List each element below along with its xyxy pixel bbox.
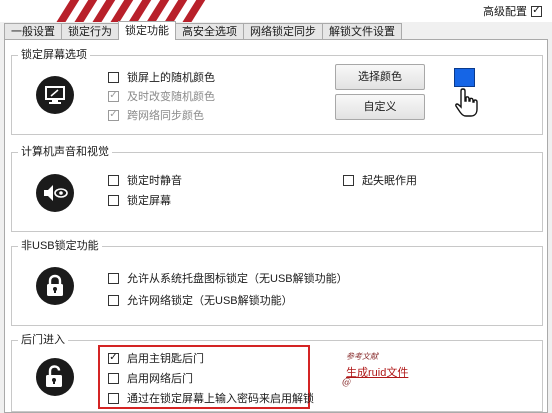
- option-lock-screen[interactable]: 锁定屏幕: [108, 192, 171, 208]
- hand-cursor-icon: [455, 88, 478, 117]
- random-color-label: 锁屏上的随机颜色: [127, 72, 215, 84]
- insomnia-label: 起失眠作用: [362, 175, 417, 187]
- option-insomnia[interactable]: 起失眠作用: [343, 172, 417, 188]
- non-usb-title: 非USB锁定功能: [18, 239, 102, 253]
- option-password-unlock[interactable]: 通过在锁定屏幕上输入密码来启用解锁: [108, 390, 314, 406]
- lock-screen-label: 锁定屏幕: [127, 195, 171, 207]
- mute-label: 锁定时静音: [127, 175, 182, 187]
- timely-change-label: 及时改变随机颜色: [127, 91, 215, 103]
- mute-checkbox[interactable]: [108, 174, 119, 186]
- choose-color-button[interactable]: 选择颜色: [335, 64, 425, 90]
- option-sync-color[interactable]: ✓ 跨网络同步颜色: [108, 107, 204, 123]
- option-network-lock[interactable]: 允许网络锁定（无USB解锁功能）: [108, 292, 293, 308]
- timely-change-checkbox[interactable]: ✓: [108, 90, 119, 102]
- network-lock-checkbox[interactable]: [108, 294, 119, 306]
- sync-color-checkbox[interactable]: ✓: [108, 109, 119, 121]
- tab-network-sync[interactable]: 网络锁定同步: [243, 23, 323, 40]
- color-swatch[interactable]: [454, 68, 475, 87]
- option-master-key[interactable]: ✓ 启用主钥匙后门: [108, 350, 204, 366]
- generate-ruid-link[interactable]: 生成ruid文件: [346, 364, 408, 380]
- lock-screen-checkbox[interactable]: [108, 194, 119, 206]
- option-mute-on-lock[interactable]: 锁定时静音: [108, 172, 182, 188]
- tray-lock-label: 允许从系统托盘图标锁定（无USB解锁功能）: [127, 273, 348, 285]
- backdoor-title: 后门进入: [18, 333, 68, 347]
- backdoor-group: 后门进入 ✓ 启用主钥匙后门 启用网络后门 通过在锁定屏幕上输入密码来启用解锁 …: [11, 333, 543, 412]
- tab-panel: 锁定屏幕选项 锁屏上的随机颜色 ✓ 及时改变随机颜色 ✓ 跨网络同步颜色 选择颜…: [4, 39, 548, 413]
- tab-bar: 一般设置 锁定行为 锁定功能 高安全选项 网络锁定同步 解锁文件设置: [4, 21, 402, 40]
- insomnia-checkbox[interactable]: [343, 174, 354, 186]
- tab-lock-behavior[interactable]: 锁定行为: [61, 23, 119, 40]
- sound-vision-group: 计算机声音和视觉 锁定时静音 锁定屏幕 起失眠作用: [11, 145, 543, 232]
- tray-lock-checkbox[interactable]: [108, 272, 119, 284]
- network-backdoor-checkbox[interactable]: [108, 372, 119, 384]
- advanced-config-checkbox[interactable]: ✓: [531, 5, 542, 17]
- tab-unlock-file[interactable]: 解锁文件设置: [322, 23, 402, 40]
- option-random-color[interactable]: 锁屏上的随机颜色: [108, 69, 215, 85]
- sync-color-label: 跨网络同步颜色: [127, 110, 204, 122]
- reference-note: 参考文献: [346, 352, 378, 361]
- lock-screen-title: 锁定屏幕选项: [18, 48, 90, 62]
- master-key-label: 启用主钥匙后门: [127, 353, 204, 365]
- non-usb-group: 非USB锁定功能 允许从系统托盘图标锁定（无USB解锁功能） 允许网络锁定（无U…: [11, 239, 543, 326]
- tab-general[interactable]: 一般设置: [4, 23, 62, 40]
- monitor-icon: [36, 76, 74, 114]
- open-padlock-icon: [36, 358, 74, 396]
- password-unlock-checkbox[interactable]: [108, 392, 119, 404]
- link-sub-mark: @: [342, 378, 351, 388]
- padlock-icon: [36, 267, 74, 305]
- advanced-config-label: 高级配置: [483, 6, 527, 18]
- network-backdoor-label: 启用网络后门: [127, 373, 193, 385]
- option-network-backdoor[interactable]: 启用网络后门: [108, 370, 193, 386]
- random-color-checkbox[interactable]: [108, 71, 119, 83]
- advanced-config-toggle[interactable]: 高级配置 ✓: [483, 3, 542, 19]
- password-unlock-label: 通过在锁定屏幕上输入密码来启用解锁: [127, 393, 314, 405]
- network-lock-label: 允许网络锁定（无USB解锁功能）: [127, 295, 293, 307]
- custom-button[interactable]: 自定义: [335, 94, 425, 120]
- master-key-checkbox[interactable]: ✓: [108, 352, 119, 364]
- option-timely-change[interactable]: ✓ 及时改变随机颜色: [108, 88, 215, 104]
- lock-screen-group: 锁定屏幕选项 锁屏上的随机颜色 ✓ 及时改变随机颜色 ✓ 跨网络同步颜色 选择颜…: [11, 48, 543, 135]
- sound-vision-title: 计算机声音和视觉: [18, 145, 112, 159]
- tab-high-security[interactable]: 高安全选项: [175, 23, 244, 40]
- speaker-eye-icon: [36, 174, 74, 212]
- top-banner: 高级配置 ✓: [0, 0, 552, 22]
- tab-lock-functions[interactable]: 锁定功能: [118, 21, 176, 40]
- option-tray-lock[interactable]: 允许从系统托盘图标锁定（无USB解锁功能）: [108, 270, 348, 286]
